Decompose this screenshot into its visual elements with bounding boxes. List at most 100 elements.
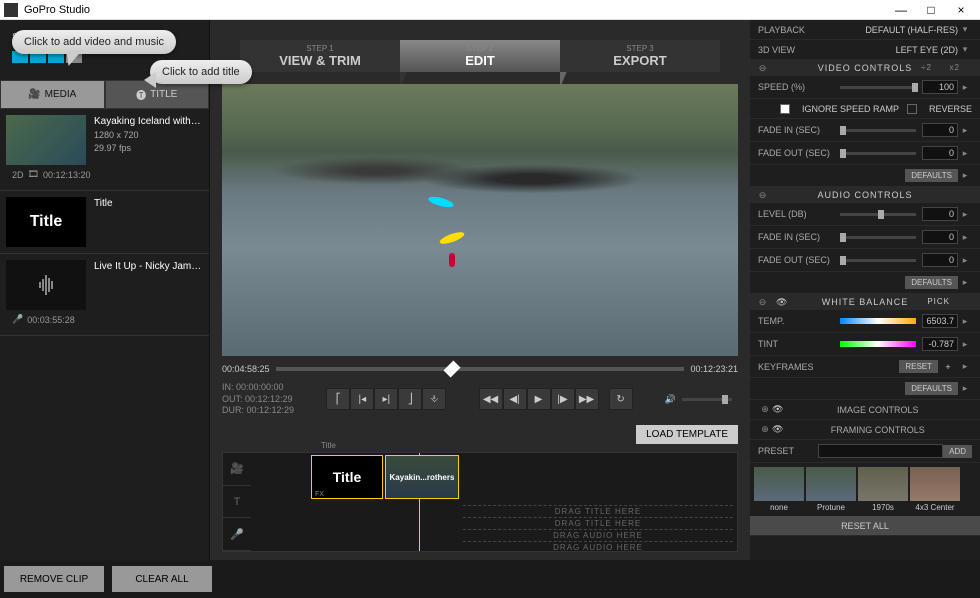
mic-icon: 🎤	[12, 314, 23, 325]
remove-clip-button[interactable]: REMOVE CLIP	[4, 566, 104, 592]
window-title: GoPro Studio	[24, 4, 90, 16]
3dview-row[interactable]: 3D VIEWLEFT EYE (2D)▾	[750, 40, 980, 60]
step-export[interactable]: STEP 3EXPORT	[560, 40, 720, 72]
step-back-button[interactable]: ◀|	[503, 388, 527, 410]
audio-fadein-slider[interactable]	[840, 236, 916, 239]
eye-icon[interactable]	[776, 297, 788, 308]
chevron-down-icon[interactable]: ▾	[958, 24, 972, 35]
drag-audio-hint: DRAG AUDIO HERE	[463, 529, 733, 540]
mark-out-button[interactable]: ⎦	[398, 388, 422, 410]
expand-icon[interactable]: ⊕	[758, 404, 772, 415]
audio-fadeout-slider[interactable]	[840, 259, 916, 262]
volume-icon[interactable]: 🔊	[665, 394, 676, 405]
tint-slider[interactable]	[840, 341, 916, 347]
title-icon: 🅣	[136, 87, 146, 102]
scrub-left-time: 00:04:58:25	[222, 364, 270, 374]
audio-track-icon: 🎤	[223, 518, 251, 551]
level-slider[interactable]	[840, 213, 916, 216]
reset-all-button[interactable]: RESET ALL	[750, 516, 980, 536]
tooltip-add-title: Click to add title	[150, 60, 252, 84]
reverse-checkbox[interactable]	[907, 104, 917, 114]
loop-button[interactable]: ↻	[609, 388, 633, 410]
defaults-button[interactable]: DEFAULTS	[905, 169, 958, 182]
clip-title: Kayaking Iceland with Th...	[94, 115, 203, 129]
white-balance-header: ⊖WHITE BALANCEPICK	[750, 294, 980, 310]
clip-title: Title	[94, 197, 203, 211]
time-info: IN: 00:00:00:00OUT: 00:12:12:29DUR: 00:1…	[222, 382, 294, 417]
list-item[interactable]: 2D 🎞 00:12:13:20 Kayaking Iceland with T…	[0, 109, 209, 191]
step-fwd-button[interactable]: |▶	[551, 388, 575, 410]
pick-button[interactable]: PICK	[927, 297, 950, 306]
scrub-bar[interactable]: 00:04:58:25 00:12:23:21	[222, 364, 738, 374]
image-controls-header[interactable]: ⊕IMAGE CONTROLS	[750, 400, 980, 420]
fadein-slider[interactable]	[840, 129, 916, 132]
defaults-button[interactable]: DEFAULTS	[905, 276, 958, 289]
media-list: 2D 🎞 00:12:13:20 Kayaking Iceland with T…	[0, 109, 209, 560]
scrub-handle[interactable]	[444, 360, 461, 377]
temp-slider[interactable]	[840, 318, 916, 324]
playback-row[interactable]: PLAYBACKDEFAULT (HALF-RES)▾	[750, 20, 980, 40]
controls-panel: PLAYBACKDEFAULT (HALF-RES)▾ 3D VIEWLEFT …	[750, 20, 980, 560]
tab-media[interactable]: 🎥MEDIA	[0, 80, 105, 109]
list-item[interactable]: Title Title	[0, 191, 209, 254]
timeline-video-clip[interactable]: Kayakin...rothers	[385, 455, 459, 499]
minimize-button[interactable]: —	[886, 3, 916, 17]
maximize-button[interactable]: □	[916, 3, 946, 17]
preset-list: none Protune 1970s 4x3 Center	[750, 463, 980, 516]
video-controls-header: ⊖VIDEO CONTROLS÷2x2	[750, 60, 980, 76]
cut-button[interactable]: ⎀	[422, 388, 446, 410]
speed-value[interactable]: 100	[922, 80, 958, 94]
preset-item[interactable]: Protune	[806, 467, 856, 512]
preset-item[interactable]: none	[754, 467, 804, 512]
scrub-right-time: 00:12:23:21	[690, 364, 738, 374]
drag-title-hint: DRAG TITLE HERE	[463, 505, 733, 516]
add-preset-button[interactable]: ADD	[943, 445, 972, 458]
add-keyframe-icon[interactable]: +	[938, 362, 958, 372]
timeline[interactable]: 🎥 T 🎤 Title Title Kayakin...rothers FX D…	[222, 452, 738, 552]
reset-button[interactable]: RESET	[899, 360, 938, 373]
goto-end-button[interactable]: ▸|	[374, 388, 398, 410]
tab-title[interactable]: 🅣TITLE	[105, 80, 210, 109]
rewind-button[interactable]: ◀◀	[479, 388, 503, 410]
titlebar: GoPro Studio — □ ×	[0, 0, 980, 20]
title-thumb: Title	[6, 197, 86, 247]
ignore-ramp-checkbox[interactable]	[780, 104, 790, 114]
chevron-down-icon[interactable]: ▾	[958, 44, 972, 55]
mark-in-button[interactable]: ⎡	[326, 388, 350, 410]
framing-controls-header[interactable]: ⊕FRAMING CONTROLS	[750, 420, 980, 440]
video-preview[interactable]	[222, 84, 738, 356]
eye-icon[interactable]	[772, 424, 783, 435]
camera-icon: 🎥	[28, 89, 40, 100]
goto-start-button[interactable]: |◂	[350, 388, 374, 410]
load-template-button[interactable]: LOAD TEMPLATE	[636, 425, 738, 444]
clip-thumb	[6, 115, 86, 165]
preset-input[interactable]	[818, 444, 943, 458]
fast-fwd-button[interactable]: ▶▶	[575, 388, 599, 410]
double-speed-button[interactable]: x2	[950, 63, 960, 72]
app-icon	[4, 3, 18, 17]
defaults-button[interactable]: DEFAULTS	[905, 382, 958, 395]
step-edit[interactable]: STEP 2EDIT	[400, 40, 560, 72]
tooltip-add-media: Click to add video and music	[12, 30, 176, 54]
play-button[interactable]: ▶	[527, 388, 551, 410]
list-item[interactable]: 🎤 00:03:55:28 Live It Up - Nicky Jam fe.…	[0, 254, 209, 336]
collapse-icon[interactable]: ⊖	[756, 190, 770, 201]
collapse-icon[interactable]: ⊖	[756, 297, 770, 308]
eye-icon[interactable]	[772, 404, 783, 415]
audio-controls-header: ⊖AUDIO CONTROLS	[750, 187, 980, 203]
preset-item[interactable]: 1970s	[858, 467, 908, 512]
clear-all-button[interactable]: CLEAR ALL	[112, 566, 212, 592]
fadeout-slider[interactable]	[840, 152, 916, 155]
title-track-icon: T	[223, 486, 251, 519]
audio-thumb	[6, 260, 86, 310]
speed-slider[interactable]	[840, 86, 916, 89]
clip-title: Live It Up - Nicky Jam fe...	[94, 260, 203, 274]
close-button[interactable]: ×	[946, 3, 976, 17]
half-speed-button[interactable]: ÷2	[921, 63, 932, 72]
preset-item[interactable]: 4x3 Center	[910, 467, 960, 512]
collapse-icon[interactable]: ⊖	[756, 63, 770, 74]
clip-icon: 🎞	[28, 169, 39, 180]
expand-icon[interactable]: ⊕	[758, 424, 772, 435]
step-view-trim[interactable]: STEP 1VIEW & TRIM	[240, 40, 400, 72]
fx-label: FX	[315, 491, 324, 498]
